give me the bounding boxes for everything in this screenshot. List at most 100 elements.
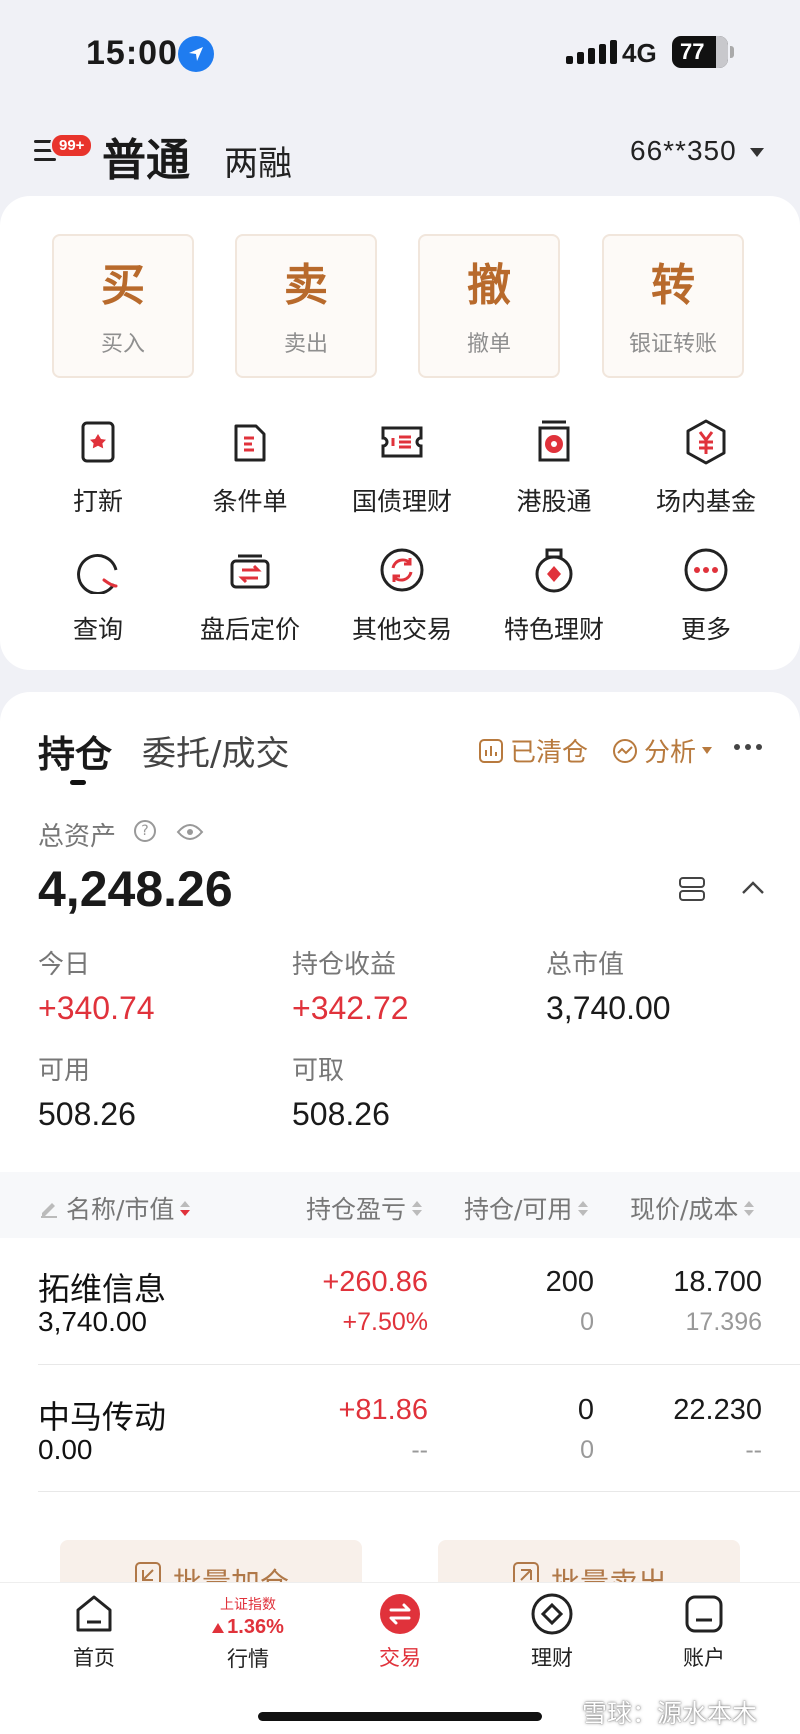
nav-account[interactable]: 账户 xyxy=(634,1592,774,1672)
column-name-label: 名称/市值 xyxy=(66,1195,175,1224)
eye-icon[interactable] xyxy=(176,822,204,846)
battery-tip xyxy=(730,46,734,58)
tab-indicator xyxy=(70,780,86,785)
cleared-label: 已清仓 xyxy=(510,738,589,768)
sell-label: 卖出 xyxy=(283,332,328,357)
nav-home-label: 首页 xyxy=(73,1646,115,1670)
condition-order-icon xyxy=(226,418,274,466)
column-position-label: 持仓/可用 xyxy=(464,1195,573,1224)
buy-char: 买 xyxy=(101,260,145,311)
column-price[interactable]: 现价/成本 xyxy=(630,1190,755,1226)
stock-pnl-pct: -- xyxy=(411,1436,428,1464)
cancel-label: 撤单 xyxy=(466,332,511,357)
tab-orders[interactable]: 委托/成交 xyxy=(142,726,289,775)
cancel-order-button[interactable]: 撤 撤单 xyxy=(418,234,560,378)
stock-available: 0 xyxy=(580,1308,594,1336)
location-icon xyxy=(178,36,214,72)
service-label: 打新 xyxy=(72,487,123,516)
index-value: 1.36% xyxy=(227,1616,284,1638)
sell-button[interactable]: 卖 卖出 xyxy=(235,234,377,378)
bank-transfer-button[interactable]: 转 银证转账 xyxy=(602,234,744,378)
tab-normal[interactable]: 普通 xyxy=(102,124,190,188)
hk-connect-icon xyxy=(530,418,578,466)
stock-pnl-pct: +7.50% xyxy=(342,1308,429,1336)
transfer-label: 银证转账 xyxy=(628,332,717,357)
position-profit-label: 持仓收益 xyxy=(292,950,397,980)
stock-market-value: 3,740.00 xyxy=(38,1306,147,1337)
notification-badge: 99+ xyxy=(50,133,94,158)
service-bond[interactable]: 国债理财 xyxy=(326,418,478,518)
up-arrow-icon xyxy=(212,1622,225,1633)
service-label: 更多 xyxy=(680,615,731,644)
after-hours-icon xyxy=(226,546,274,594)
nav-market-label: 行情 xyxy=(227,1647,269,1671)
sort-icon xyxy=(180,1200,191,1216)
service-condition-order[interactable]: 条件单 xyxy=(174,418,326,518)
buy-label: 买入 xyxy=(100,332,145,357)
sort-icon xyxy=(578,1200,589,1216)
tab-holdings[interactable]: 持仓 xyxy=(38,724,112,778)
total-assets-value: 4,248.26 xyxy=(38,861,233,917)
service-label: 国债理财 xyxy=(351,487,452,516)
query-icon xyxy=(74,546,122,595)
column-pnl[interactable]: 持仓盈亏 xyxy=(306,1190,423,1226)
service-after-hours[interactable]: 盘后定价 xyxy=(174,546,326,646)
service-hk-connect[interactable]: 港股通 xyxy=(478,418,630,518)
nav-home[interactable]: 首页 xyxy=(24,1592,164,1672)
stock-position: 0 xyxy=(577,1394,594,1426)
fund-icon xyxy=(682,418,730,466)
cleared-positions-button[interactable]: 已清仓 xyxy=(478,732,588,769)
column-position[interactable]: 持仓/可用 xyxy=(464,1190,589,1226)
nav-trade[interactable]: 交易 xyxy=(330,1592,470,1672)
watermark: 雪球：源水本木 xyxy=(582,1699,758,1728)
market-value: 3,740.00 xyxy=(546,990,671,1026)
nav-wealth[interactable]: 理财 xyxy=(482,1592,622,1672)
nav-trade-label: 交易 xyxy=(379,1646,421,1670)
chart-icon xyxy=(479,738,503,763)
column-name[interactable]: 名称/市值 xyxy=(38,1190,191,1226)
service-label: 查询 xyxy=(72,615,123,644)
tab-margin[interactable]: 两融 xyxy=(224,136,292,185)
stock-market-value: 0.00 xyxy=(38,1434,93,1465)
nav-market[interactable]: 上证指数 1.36% 行情 xyxy=(178,1592,318,1673)
chevron-up-icon[interactable] xyxy=(740,880,766,900)
transfer-char: 转 xyxy=(651,260,695,311)
account-icon xyxy=(685,1595,723,1633)
stock-price: 18.700 xyxy=(673,1266,762,1298)
service-featured-wealth[interactable]: 特色理财 xyxy=(478,546,630,646)
withdrawable-label: 可取 xyxy=(292,1056,345,1086)
row-divider xyxy=(38,1491,800,1492)
service-label: 港股通 xyxy=(516,487,592,516)
service-ipo[interactable]: 打新 xyxy=(22,418,174,518)
buy-button[interactable]: 买 买入 xyxy=(52,234,194,378)
today-label: 今日 xyxy=(38,950,91,980)
help-icon[interactable]: ? xyxy=(134,820,156,842)
home-indicator[interactable] xyxy=(258,1712,542,1721)
service-query[interactable]: 查询 xyxy=(22,546,174,646)
battery-level: 77 xyxy=(680,39,705,64)
analysis-label: 分析 xyxy=(644,738,697,768)
chevron-down-icon[interactable] xyxy=(750,148,764,157)
service-more[interactable]: 更多 xyxy=(630,546,782,646)
nav-wealth-label: 理财 xyxy=(531,1646,573,1670)
more-options-icon[interactable] xyxy=(734,744,762,750)
account-selector[interactable]: 66**350 xyxy=(630,135,737,167)
service-fund[interactable]: 场内基金 xyxy=(630,418,782,518)
bond-icon xyxy=(378,418,426,466)
today-value: +340.74 xyxy=(38,990,155,1026)
list-view-icon[interactable] xyxy=(678,876,706,906)
service-other-trade[interactable]: 其他交易 xyxy=(326,546,478,646)
service-label: 条件单 xyxy=(212,487,288,516)
battery-icon: 77 xyxy=(672,36,728,68)
stock-pnl: +81.86 xyxy=(338,1394,428,1426)
signal-icon xyxy=(566,40,617,64)
service-label: 特色理财 xyxy=(503,615,604,644)
more-icon xyxy=(682,546,730,594)
stock-pnl: +260.86 xyxy=(322,1266,428,1298)
analysis-button[interactable]: 分析 xyxy=(612,732,713,769)
stock-available: 0 xyxy=(580,1436,594,1464)
stock-position: 200 xyxy=(545,1266,594,1298)
service-label: 其他交易 xyxy=(351,615,452,644)
status-time: 15:00 xyxy=(86,34,178,72)
network-type: 4G xyxy=(622,38,657,68)
